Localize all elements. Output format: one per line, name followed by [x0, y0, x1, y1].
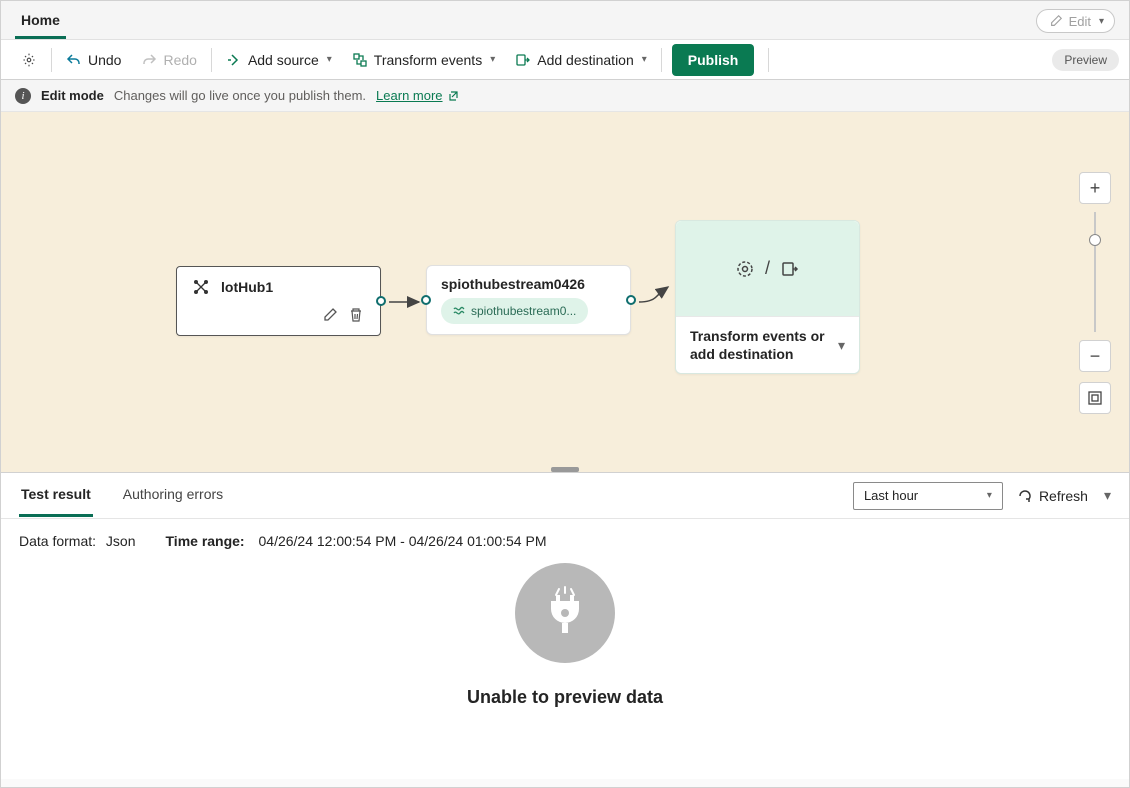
add-source-icon: [226, 52, 242, 68]
redo-label: Redo: [163, 52, 196, 68]
output-port[interactable]: [376, 296, 386, 306]
add-source-label: Add source: [248, 52, 319, 68]
zoom-controls: + −: [1079, 172, 1111, 414]
preview-button[interactable]: Preview: [1052, 49, 1119, 71]
zoom-thumb[interactable]: [1089, 234, 1101, 246]
data-format-value: Json: [106, 533, 136, 549]
flow-canvas[interactable]: lotHub1 spiothubestream0426 spiothubestr…: [1, 112, 1129, 472]
data-format-label: Data format:: [19, 533, 96, 549]
tab-home[interactable]: Home: [15, 2, 66, 39]
chevron-down-icon[interactable]: ▾: [838, 337, 845, 354]
undo-icon: [66, 52, 82, 68]
chevron-down-icon: ▾: [490, 54, 495, 65]
separator: [661, 48, 662, 72]
node-title: lotHub1: [221, 279, 273, 295]
fit-view-button[interactable]: [1079, 382, 1111, 414]
destination-label: Transform events or add destination: [690, 327, 836, 363]
add-source-button[interactable]: Add source ▾: [216, 40, 342, 79]
pencil-icon: [1049, 14, 1063, 28]
toolbar: Undo Redo Add source ▾ Transform: [1, 40, 1129, 80]
transform-label: Transform events: [374, 52, 482, 68]
delete-node-button[interactable]: [348, 307, 364, 323]
info-icon: i: [15, 88, 31, 104]
node-title: spiothubestream0426: [427, 266, 630, 298]
undo-label: Undo: [88, 52, 121, 68]
separator: [51, 48, 52, 72]
input-port[interactable]: [421, 295, 431, 305]
refresh-label: Refresh: [1039, 488, 1088, 504]
separator: [211, 48, 212, 72]
menubar: Home Edit ▾: [1, 1, 1129, 40]
tab-authoring-errors[interactable]: Authoring errors: [121, 474, 225, 517]
destination-placeholder-node[interactable]: / Transform events or add destination ▾: [675, 220, 860, 374]
iot-icon: [191, 277, 211, 297]
empty-state: Unable to preview data: [1, 563, 1129, 779]
stream-node[interactable]: spiothubestream0426 spiothubestream0...: [426, 265, 631, 335]
slash-separator: /: [765, 258, 770, 279]
add-destination-icon: [515, 52, 531, 68]
result-meta: Data format: Json Time range: 04/26/24 1…: [1, 519, 1129, 563]
edit-node-button[interactable]: [322, 307, 338, 323]
infobar: i Edit mode Changes will go live once yo…: [1, 80, 1129, 112]
bottom-panel: Test result Authoring errors Last hour ▾…: [1, 472, 1129, 779]
refresh-icon: [1017, 488, 1033, 504]
publish-button[interactable]: Publish: [672, 44, 755, 76]
chevron-down-icon: ▾: [642, 54, 647, 65]
learn-more-link[interactable]: Learn more: [376, 88, 458, 103]
gear-icon: [21, 52, 37, 68]
external-link-icon: [447, 90, 459, 102]
add-destination-label: Add destination: [537, 52, 634, 68]
stream-icon: [453, 305, 465, 317]
output-port[interactable]: [626, 295, 636, 305]
refresh-button[interactable]: Refresh: [1017, 488, 1088, 504]
stream-chip: spiothubestream0...: [441, 298, 588, 324]
time-range-display: 04/26/24 12:00:54 PM - 04/26/24 01:00:54…: [259, 533, 547, 549]
redo-icon: [141, 52, 157, 68]
zoom-slider[interactable]: [1094, 212, 1096, 332]
settings-button[interactable]: [11, 40, 47, 79]
plug-icon: [515, 563, 615, 663]
zoom-in-button[interactable]: +: [1079, 172, 1111, 204]
transform-events-button[interactable]: Transform events ▾: [342, 40, 505, 79]
time-range-value: Last hour: [864, 488, 918, 503]
stream-chip-label: spiothubestream0...: [471, 304, 576, 318]
edit-mode-label: Edit mode: [41, 88, 104, 103]
chevron-down-icon[interactable]: ▾: [1104, 487, 1111, 504]
undo-button[interactable]: Undo: [56, 40, 131, 79]
export-icon: [780, 259, 800, 279]
chevron-down-icon: ▾: [327, 54, 332, 65]
zoom-out-button[interactable]: −: [1079, 340, 1111, 372]
time-range-label: Time range:: [166, 533, 245, 549]
edit-mode-message: Changes will go live once you publish th…: [114, 88, 366, 103]
edit-dropdown: Edit ▾: [1036, 9, 1115, 33]
empty-message: Unable to preview data: [467, 687, 663, 708]
time-range-select[interactable]: Last hour ▾: [853, 482, 1003, 510]
separator: [768, 48, 769, 72]
transform-icon: [352, 52, 368, 68]
learn-more-label: Learn more: [376, 88, 442, 103]
edit-label: Edit: [1069, 14, 1091, 29]
chevron-down-icon: ▾: [1099, 16, 1104, 27]
add-destination-button[interactable]: Add destination ▾: [505, 40, 657, 79]
redo-button: Redo: [131, 40, 206, 79]
transform-icon: [735, 259, 755, 279]
chevron-down-icon: ▾: [987, 490, 992, 501]
panel-resize-handle[interactable]: [551, 467, 579, 472]
tab-test-result[interactable]: Test result: [19, 474, 93, 517]
source-node-iothub[interactable]: lotHub1: [176, 266, 381, 336]
